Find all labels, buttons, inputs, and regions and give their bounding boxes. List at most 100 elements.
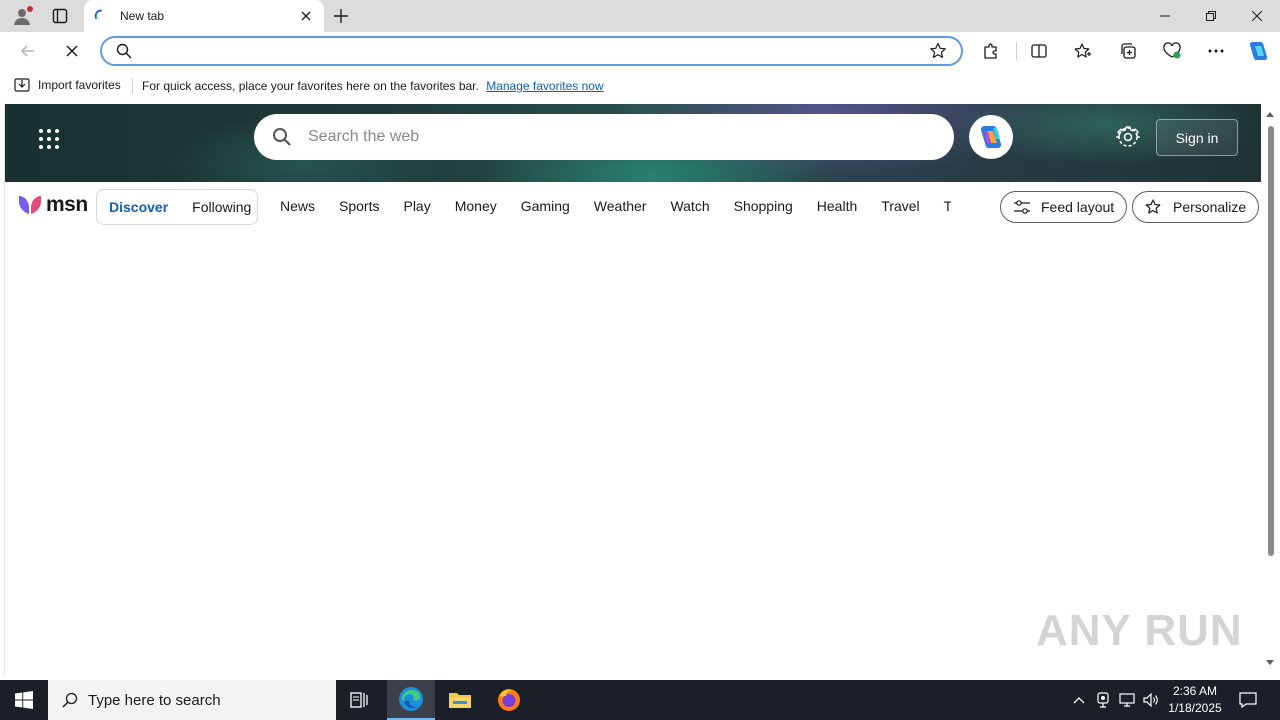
manage-favorites-link[interactable]: Manage favorites now [486, 79, 603, 93]
tab-following[interactable]: Following [180, 199, 263, 215]
web-search-box[interactable] [254, 114, 954, 160]
msn-butterfly-icon [19, 196, 41, 214]
watermark-text: ANY RUN [1036, 606, 1243, 655]
stop-loading-button[interactable] [58, 37, 86, 65]
nav-watch[interactable]: Watch [658, 198, 721, 214]
more-options-icon[interactable] [1202, 37, 1230, 65]
meet-now-tray[interactable] [1092, 680, 1114, 720]
favorites-message: For quick access, place your favorites h… [142, 79, 479, 93]
folder-icon [449, 693, 471, 708]
title-bar: New tab [0, 0, 1280, 32]
page-scrollbar[interactable] [1261, 104, 1280, 676]
nav-shopping[interactable]: Shopping [722, 198, 805, 214]
sliders-icon [1014, 200, 1030, 214]
tab-actions-icon[interactable] [46, 4, 74, 28]
nav-traffic[interactable]: Trav [932, 198, 951, 214]
split-screen-icon[interactable] [1025, 37, 1053, 65]
import-icon [14, 78, 30, 92]
scroll-thumb[interactable] [1268, 126, 1274, 556]
network-tray[interactable] [1116, 680, 1138, 720]
close-tab-icon[interactable] [298, 8, 314, 24]
notifications-icon [1239, 692, 1257, 708]
feed-layout-button[interactable]: Feed layout [1000, 191, 1128, 223]
collections-icon[interactable] [1114, 37, 1142, 65]
feed-layout-label: Feed layout [1041, 199, 1115, 215]
toolbar-divider [1016, 42, 1017, 60]
webcam-icon [1097, 692, 1109, 708]
task-view-icon [350, 692, 368, 708]
taskbar-edge[interactable] [387, 680, 435, 720]
notification-dot [27, 6, 33, 12]
hero-banner: Sign in [5, 104, 1262, 182]
close-window-button[interactable] [1234, 0, 1280, 32]
personalize-label: Personalize [1173, 199, 1247, 215]
taskbar-clock[interactable]: 2:36 AM 1/18/2025 [1160, 683, 1230, 717]
scroll-up-icon[interactable] [1265, 110, 1275, 118]
volume-tray[interactable] [1140, 680, 1162, 720]
import-favorites-label: Import favorites [38, 78, 121, 92]
msn-page: Sign in msn Discover Following News Spor… [4, 104, 1262, 676]
nav-money[interactable]: Money [443, 198, 509, 214]
anyrun-watermark: ANY RUN [1036, 606, 1243, 656]
nav-gaming[interactable]: Gaming [509, 198, 582, 214]
msn-logo[interactable]: msn [17, 193, 88, 217]
chevron-up-icon [1073, 697, 1085, 704]
search-icon [116, 43, 132, 59]
sign-in-button[interactable]: Sign in [1156, 119, 1238, 156]
taskbar-search-box[interactable]: Type here to search [48, 680, 336, 720]
web-search-input[interactable] [308, 128, 954, 146]
app-launcher-icon[interactable] [38, 128, 60, 150]
copilot-button[interactable] [969, 115, 1013, 159]
nav-health[interactable]: Health [805, 198, 869, 214]
browser-toolbar [0, 32, 1280, 70]
restore-button[interactable] [1188, 0, 1234, 32]
tab-title: New tab [120, 9, 165, 23]
speaker-icon [1143, 693, 1158, 707]
browser-essentials-icon[interactable] [1158, 37, 1186, 65]
nav-sports[interactable]: Sports [327, 198, 391, 214]
favorite-star-icon[interactable] [929, 42, 947, 60]
msn-wordmark: msn [46, 193, 88, 216]
back-button[interactable] [14, 37, 42, 65]
search-icon [62, 692, 78, 708]
edge-icon [399, 687, 423, 711]
new-tab-button[interactable] [330, 5, 352, 27]
profile-icon[interactable] [8, 4, 36, 28]
star-sparkle-icon [1145, 199, 1161, 214]
browser-tab[interactable]: New tab [84, 0, 324, 32]
favorites-icon[interactable] [1069, 37, 1097, 65]
action-center-button[interactable] [1234, 680, 1262, 720]
start-button[interactable] [0, 680, 48, 720]
nav-news[interactable]: News [268, 198, 327, 214]
category-nav: News Sports Play Money Gaming Weather Wa… [268, 198, 951, 214]
favorites-bar: Import favorites For quick access, place… [0, 70, 1280, 102]
search-icon [273, 128, 291, 146]
scroll-down-icon[interactable] [1265, 659, 1275, 667]
show-hidden-icons-button[interactable] [1068, 680, 1090, 720]
task-view-button[interactable] [336, 680, 384, 720]
copilot-icon [980, 126, 1002, 148]
favorites-divider [132, 78, 133, 94]
loading-spinner-icon [94, 9, 102, 19]
tab-discover[interactable]: Discover [97, 199, 180, 215]
msn-nav-row: msn Discover Following News Sports Play … [5, 188, 1262, 228]
taskbar-search-placeholder: Type here to search [88, 691, 221, 709]
taskbar-file-explorer[interactable] [436, 680, 484, 720]
nav-play[interactable]: Play [391, 198, 442, 214]
personalize-button[interactable]: Personalize [1132, 191, 1260, 223]
nav-weather[interactable]: Weather [582, 198, 659, 214]
clock-date: 1/18/2025 [1168, 701, 1222, 715]
firefox-icon [498, 689, 520, 711]
windows-logo-icon [15, 691, 33, 709]
clock-time: 2:36 AM [1172, 684, 1218, 698]
copilot-sidebar-icon[interactable] [1244, 37, 1272, 65]
address-bar[interactable] [100, 36, 963, 66]
nav-travel[interactable]: Travel [869, 198, 931, 214]
taskbar: Type here to search 2:36 AM 1/18/2025 [0, 680, 1280, 720]
settings-gear-icon[interactable] [1116, 125, 1140, 149]
import-favorites-button[interactable]: Import favorites [14, 78, 121, 92]
taskbar-firefox[interactable] [485, 680, 533, 720]
feed-toggle: Discover Following [96, 189, 258, 225]
extensions-icon[interactable] [977, 37, 1005, 65]
minimize-button[interactable] [1142, 0, 1188, 32]
